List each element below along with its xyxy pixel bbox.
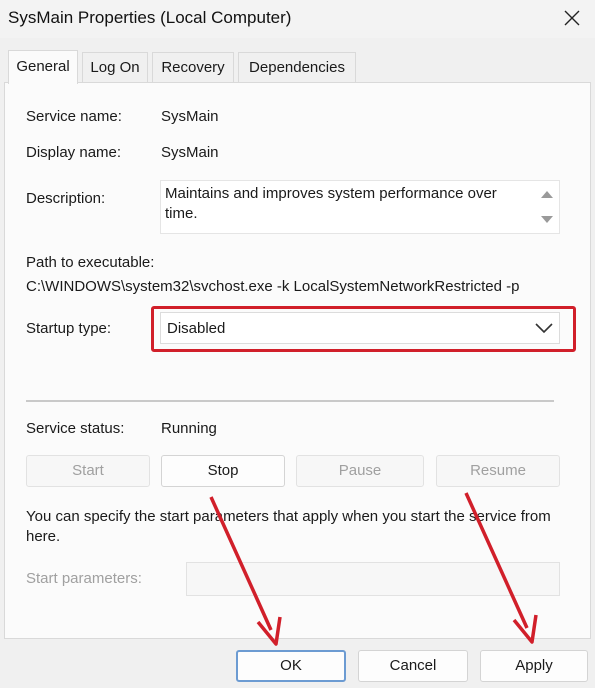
start-button[interactable]: Start bbox=[26, 455, 150, 487]
close-icon bbox=[564, 10, 580, 26]
start-params-input[interactable] bbox=[186, 562, 560, 596]
startup-type-label: Startup type: bbox=[26, 320, 112, 337]
apply-button[interactable]: Apply bbox=[480, 650, 588, 682]
divider bbox=[26, 400, 554, 402]
description-box[interactable]: Maintains and improves system performanc… bbox=[160, 180, 560, 234]
path-value: C:\WINDOWS\system32\svchost.exe -k Local… bbox=[26, 278, 520, 295]
close-button[interactable] bbox=[549, 0, 595, 36]
tab-general[interactable]: General bbox=[8, 50, 78, 84]
display-name-value: SysMain bbox=[161, 144, 219, 161]
service-name-label: Service name: bbox=[26, 108, 122, 125]
start-params-label: Start parameters: bbox=[26, 570, 142, 587]
window-title: SysMain Properties (Local Computer) bbox=[8, 8, 292, 27]
startup-type-highlight bbox=[151, 306, 576, 352]
scroll-up-button[interactable] bbox=[539, 187, 555, 201]
description-label: Description: bbox=[26, 190, 106, 207]
display-name-label: Display name: bbox=[26, 144, 122, 161]
scroll-up-icon bbox=[541, 191, 553, 198]
general-panel bbox=[4, 82, 591, 639]
service-name-value: SysMain bbox=[161, 108, 219, 125]
title-bar: SysMain Properties (Local Computer) bbox=[0, 0, 595, 38]
pause-button[interactable]: Pause bbox=[296, 455, 424, 487]
tab-recovery[interactable]: Recovery bbox=[152, 52, 234, 82]
tab-dependencies[interactable]: Dependencies bbox=[238, 52, 356, 82]
tab-log-on[interactable]: Log On bbox=[82, 52, 148, 82]
resume-button[interactable]: Resume bbox=[436, 455, 560, 487]
start-params-hint: You can specify the start parameters tha… bbox=[26, 508, 551, 545]
path-label: Path to executable: bbox=[26, 254, 155, 271]
scroll-down-button[interactable] bbox=[539, 213, 555, 227]
scroll-down-icon bbox=[541, 216, 553, 223]
service-status-label: Service status: bbox=[26, 420, 125, 437]
service-status-value: Running bbox=[161, 420, 217, 437]
description-text: Maintains and improves system performanc… bbox=[165, 185, 497, 222]
cancel-button[interactable]: Cancel bbox=[358, 650, 468, 682]
stop-button[interactable]: Stop bbox=[161, 455, 285, 487]
ok-button[interactable]: OK bbox=[236, 650, 346, 682]
